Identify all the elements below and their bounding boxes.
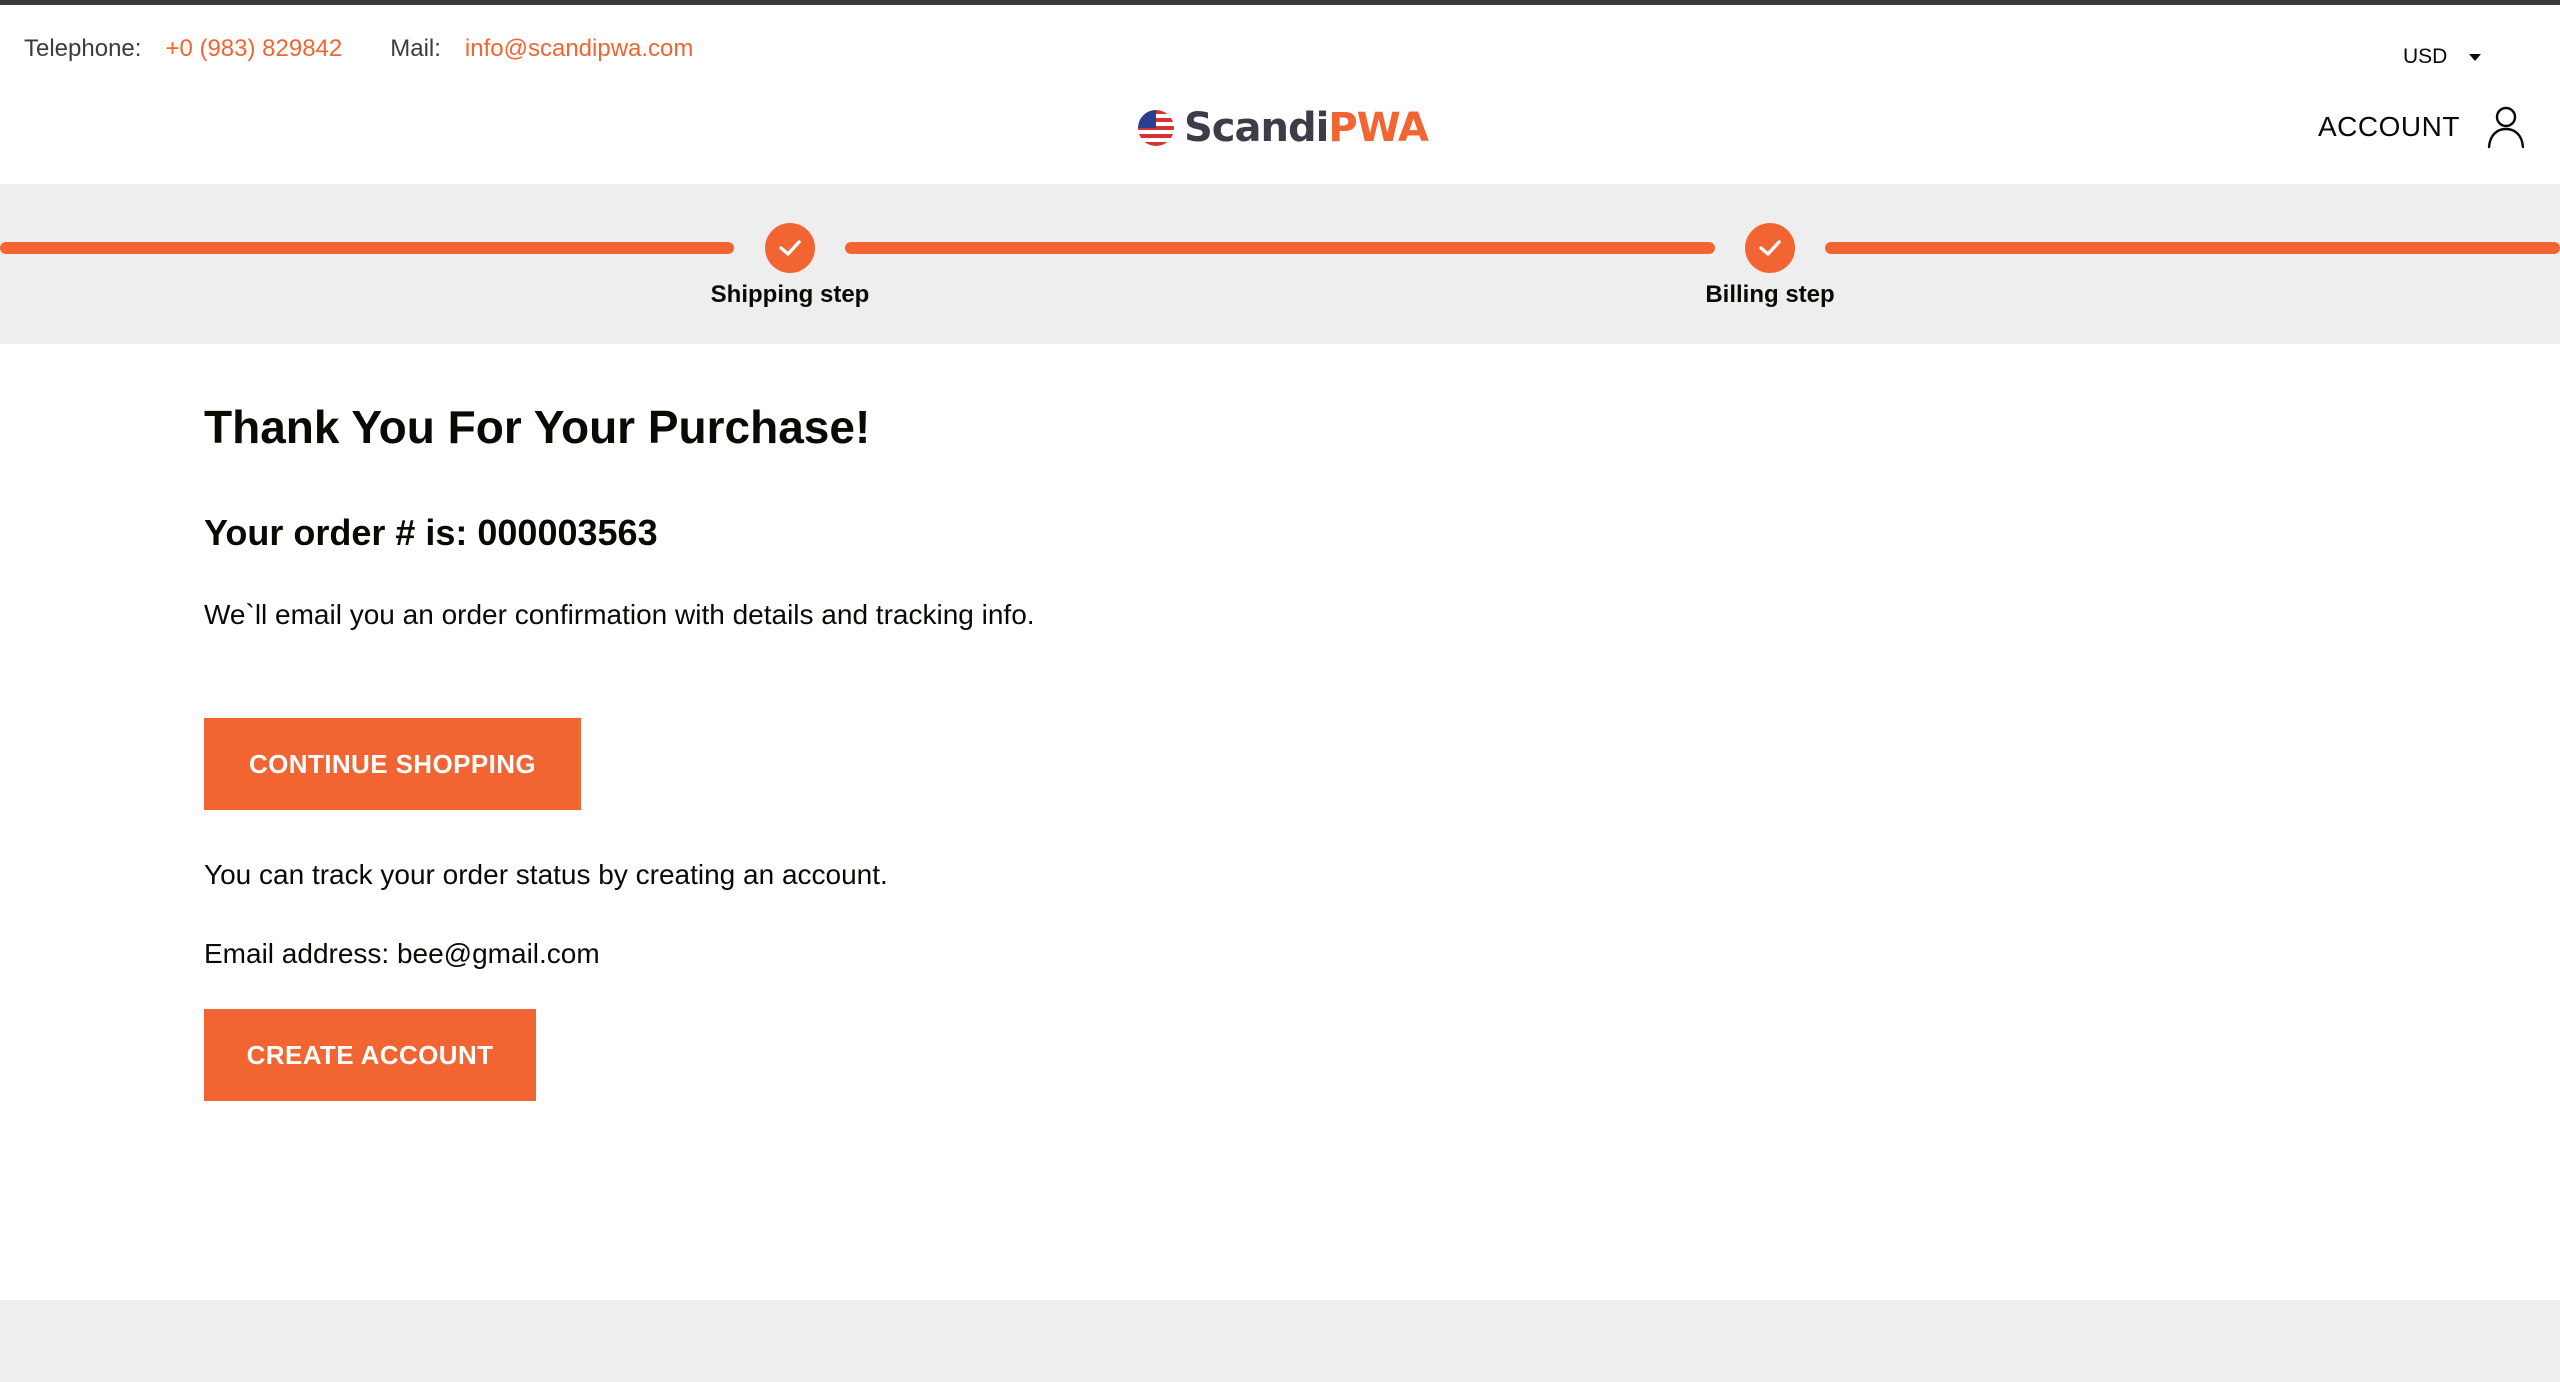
page-title: Thank You For Your Purchase! (204, 401, 871, 453)
progress-bar-segment-2 (845, 242, 1715, 254)
create-account-button[interactable]: CREATE ACCOUNT (204, 1009, 536, 1101)
logo-text-scandi: Scandi (1184, 105, 1329, 151)
telephone-label: Telephone: (24, 35, 142, 62)
checkmark-icon (1759, 240, 1781, 256)
checkmark-icon (779, 240, 801, 256)
step-complete-icon-billing (1745, 223, 1795, 273)
currency-value: USD (2403, 45, 2448, 68)
step-label-billing: Billing step (1705, 281, 1835, 308)
order-number: Your order # is: 000003563 (204, 512, 658, 553)
currency-switcher[interactable]: USD (2403, 45, 2482, 69)
user-icon (2487, 106, 2525, 149)
footer (0, 1300, 2560, 1382)
confirmation-message: We`ll email you an order confirmation wi… (204, 599, 1035, 630)
mail-link[interactable]: info@scandipwa.com (465, 35, 693, 63)
progress-bar-segment-3 (1825, 242, 2560, 254)
step-complete-icon-shipping (765, 223, 815, 273)
mail-label: Mail: (390, 35, 441, 62)
telephone-link[interactable]: +0 (983) 829842 (165, 35, 342, 63)
contact-info: Telephone: +0 (983) 829842 Mail: info@sc… (24, 35, 693, 63)
progress-bar-segment-1 (0, 242, 734, 254)
step-label-shipping: Shipping step (710, 281, 870, 308)
site-header: Telephone: +0 (983) 829842 Mail: info@sc… (0, 5, 2560, 184)
logo-text-pwa: PWA (1328, 105, 1429, 151)
checkout-progress: Shipping step Billing step (0, 184, 2560, 344)
email-address: Email address: bee@gmail.com (204, 938, 600, 969)
account-label: ACCOUNT (2318, 111, 2460, 142)
track-order-message: You can track your order status by creat… (204, 859, 888, 890)
store-logo[interactable]: Scandi PWA (1138, 105, 1429, 151)
us-flag-icon (1138, 110, 1174, 146)
continue-shopping-button[interactable]: CONTINUE SHOPPING (204, 718, 581, 810)
account-button[interactable]: ACCOUNT (2318, 105, 2526, 149)
chevron-down-icon (2469, 53, 2482, 61)
